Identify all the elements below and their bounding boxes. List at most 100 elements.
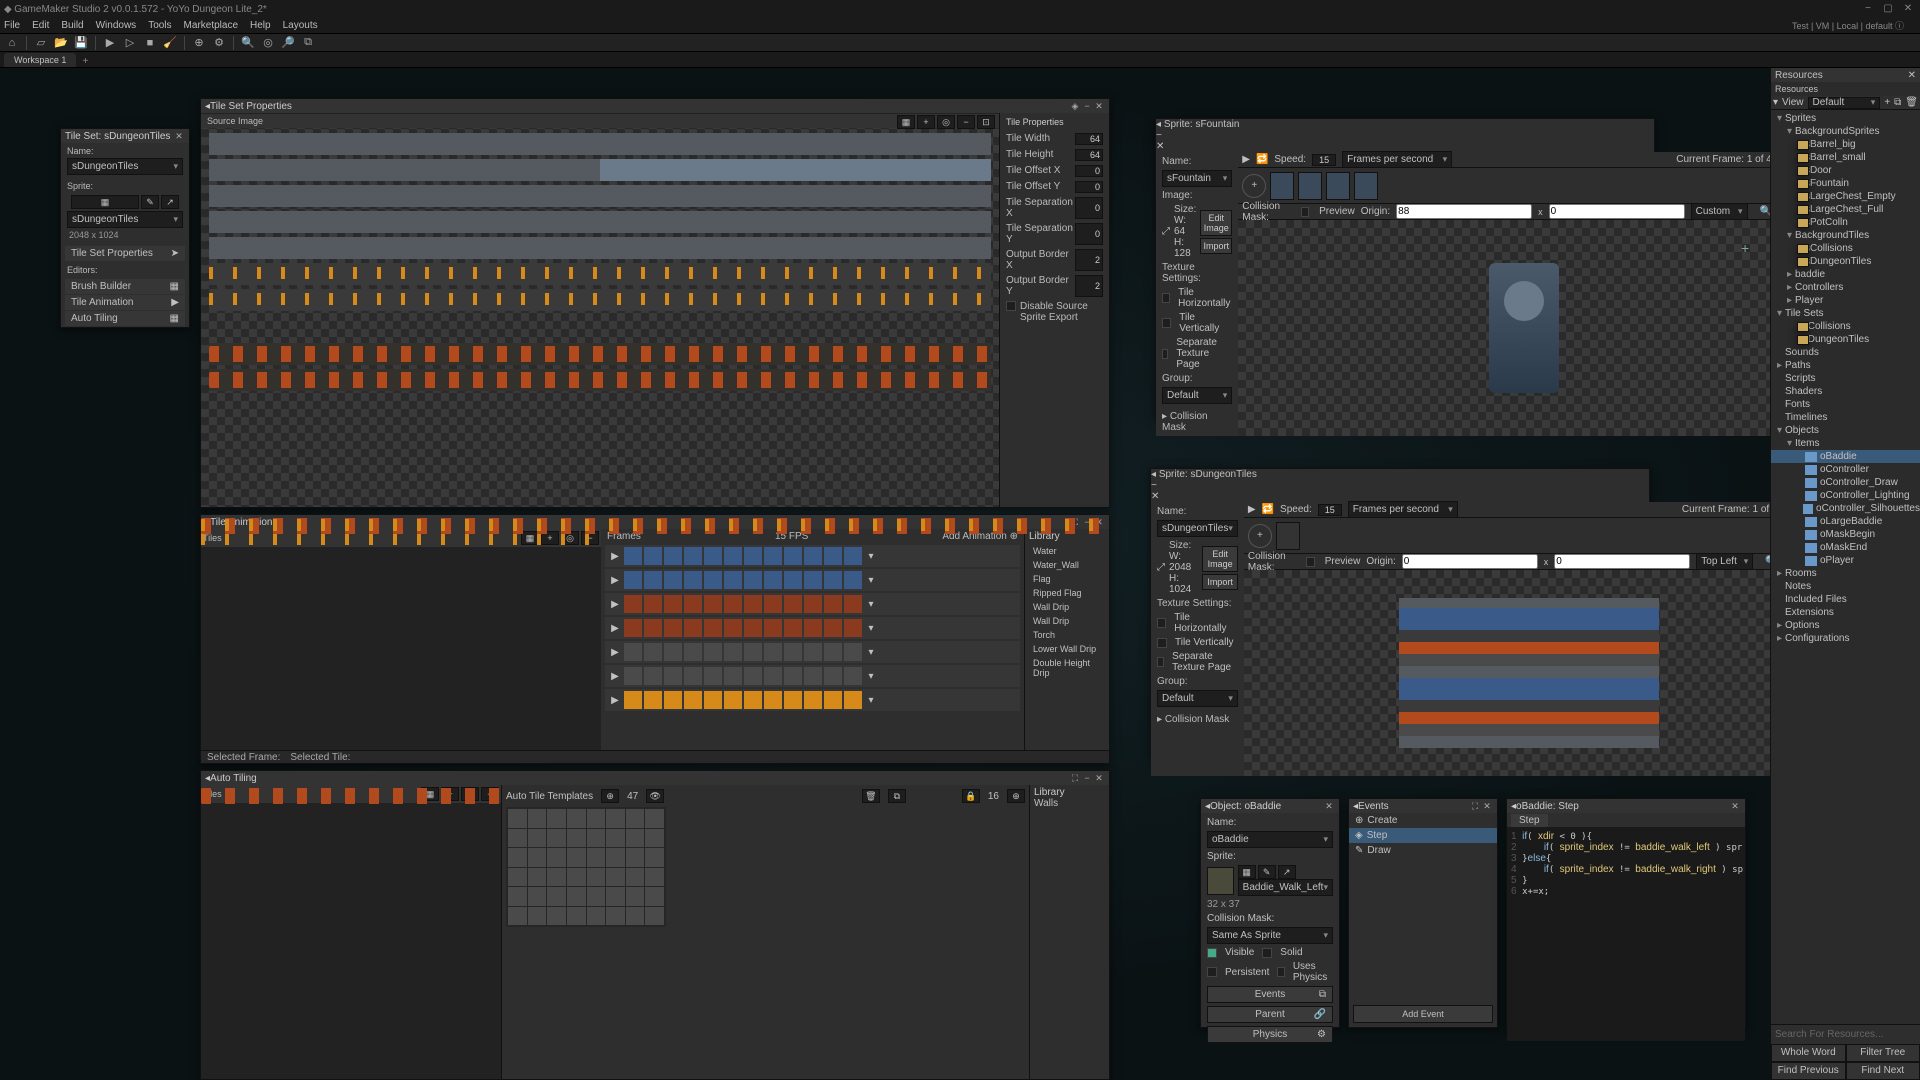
add-icon[interactable]: ⊕ bbox=[1007, 789, 1025, 803]
workspace-canvas[interactable]: Tile Set: sDungeonTiles✕ Name: sDungeonT… bbox=[0, 68, 1920, 1080]
tree-node[interactable]: oController bbox=[1771, 463, 1920, 476]
tree-node[interactable]: ▸Options bbox=[1771, 619, 1920, 632]
play-icon[interactable]: ▶ bbox=[608, 647, 622, 658]
origin-mode[interactable]: Custom bbox=[1691, 203, 1748, 220]
anim-row[interactable]: ▶▾ bbox=[605, 665, 1020, 687]
sprite-preview-canvas[interactable]: + bbox=[1238, 220, 1809, 436]
expand-icon[interactable]: ⛶ bbox=[1469, 801, 1481, 812]
edit-image-button[interactable]: Edit Image bbox=[1202, 546, 1238, 572]
play-icon[interactable]: ▶ bbox=[1242, 154, 1250, 165]
tree-node[interactable]: Extensions bbox=[1771, 606, 1920, 619]
close-button[interactable]: ✕ bbox=[1900, 3, 1916, 15]
play-icon[interactable]: ▶ bbox=[608, 671, 622, 682]
tree-node[interactable]: sLargeChest_Full bbox=[1771, 203, 1920, 216]
lock-icon[interactable]: 🔒 bbox=[962, 789, 980, 803]
sprite-browse-icon[interactable]: ▦ bbox=[1238, 865, 1256, 879]
tree-node[interactable]: Sounds bbox=[1771, 346, 1920, 359]
save-icon[interactable]: 💾 bbox=[73, 35, 89, 51]
panel-close-icon[interactable]: ✕ bbox=[1729, 801, 1741, 812]
show-icon[interactable]: 👁 bbox=[646, 789, 664, 803]
origin-x[interactable] bbox=[1396, 204, 1532, 219]
panel-min-icon[interactable]: − bbox=[1156, 130, 1654, 141]
editor-auto[interactable]: Auto Tiling▦ bbox=[65, 311, 185, 326]
play-icon[interactable]: ▶ bbox=[608, 575, 622, 586]
sprite-preview-canvas[interactable] bbox=[1244, 570, 1815, 776]
prop-input[interactable] bbox=[1075, 249, 1103, 271]
collapse-icon[interactable]: ▾ bbox=[1773, 97, 1778, 108]
library-item[interactable]: Lower Wall Drip bbox=[1029, 642, 1105, 656]
row-menu-icon[interactable]: ▾ bbox=[864, 671, 878, 682]
tree-node[interactable]: ▸Paths bbox=[1771, 359, 1920, 372]
resources-tab[interactable]: Resources bbox=[1771, 82, 1920, 96]
frame-strip[interactable]: + bbox=[1244, 518, 1815, 554]
dock-icon[interactable]: ⧉ bbox=[300, 35, 316, 51]
tileanim-tiles-view[interactable]: Tiles ▦ + ◎ − bbox=[201, 529, 601, 750]
editor-brush[interactable]: Brush Builder▦ bbox=[65, 279, 185, 294]
tree-node[interactable]: oBaddie bbox=[1771, 450, 1920, 463]
tree-node[interactable]: sDungeonTiles bbox=[1771, 255, 1920, 268]
tree-node[interactable]: Timelines bbox=[1771, 411, 1920, 424]
tree-node[interactable]: ▾Items bbox=[1771, 437, 1920, 450]
row-menu-icon[interactable]: ▾ bbox=[864, 575, 878, 586]
clean-icon[interactable]: 🧹 bbox=[162, 35, 178, 51]
panel-min-icon[interactable]: − bbox=[1081, 773, 1093, 783]
obj-sprite-thumb[interactable] bbox=[1207, 867, 1234, 895]
group-dropdown[interactable]: Default bbox=[1162, 387, 1232, 404]
add-frame-icon[interactable]: + bbox=[1242, 174, 1266, 198]
prop-input[interactable] bbox=[1075, 165, 1103, 177]
expand-icon[interactable]: ⛶ bbox=[1069, 773, 1081, 784]
edit-image-button[interactable]: Edit Image bbox=[1200, 210, 1232, 236]
autotile-tiles[interactable]: Tiles ▦ + ◎ − bbox=[201, 785, 501, 1079]
panel-close-icon[interactable]: ✕ bbox=[1093, 773, 1105, 784]
import-button[interactable]: Import bbox=[1202, 574, 1238, 590]
import-button[interactable]: Import bbox=[1200, 238, 1232, 254]
panel-close-icon[interactable]: ✕ bbox=[1093, 101, 1105, 112]
tree-node[interactable]: Fonts bbox=[1771, 398, 1920, 411]
origin-mode[interactable]: Top Left bbox=[1696, 553, 1753, 570]
tree-node[interactable]: sBarrel_big bbox=[1771, 138, 1920, 151]
persistent-check[interactable] bbox=[1207, 967, 1217, 977]
menu-tools[interactable]: Tools bbox=[148, 20, 171, 31]
tree-node[interactable]: oMaskBegin bbox=[1771, 528, 1920, 541]
anim-row[interactable]: ▶▾ bbox=[605, 569, 1020, 591]
event-item[interactable]: ✎Draw bbox=[1349, 843, 1497, 858]
tree-node[interactable]: ▾Sprites bbox=[1771, 112, 1920, 125]
copy-view-icon[interactable]: ⧉ bbox=[1894, 97, 1901, 108]
library-item[interactable]: Water_Wall bbox=[1029, 558, 1105, 572]
tree-node[interactable]: oController_Silhouettes bbox=[1771, 502, 1920, 515]
zoom-in-icon[interactable]: 🔍 bbox=[240, 35, 256, 51]
anim-row[interactable]: ▶▾ bbox=[605, 641, 1020, 663]
copy-icon[interactable]: ⧉ bbox=[888, 789, 906, 803]
minimize-button[interactable]: − bbox=[1860, 3, 1876, 15]
menu-layouts[interactable]: Layouts bbox=[283, 20, 318, 31]
add-view-icon[interactable]: + bbox=[1884, 97, 1890, 108]
tile-v-check[interactable] bbox=[1157, 638, 1167, 648]
preview-check[interactable] bbox=[1306, 557, 1314, 567]
whole-word-toggle[interactable]: Whole Word bbox=[1771, 1044, 1846, 1062]
menu-build[interactable]: Build bbox=[61, 20, 83, 31]
tree-node[interactable]: ▾BackgroundTiles bbox=[1771, 229, 1920, 242]
visible-check[interactable] bbox=[1207, 948, 1217, 958]
sprite-thumb[interactable]: ▦ bbox=[71, 195, 139, 209]
target-icon[interactable]: ⊕ bbox=[191, 35, 207, 51]
sprite-dropdown[interactable]: sDungeonTiles bbox=[67, 211, 183, 228]
tree-node[interactable]: Notes bbox=[1771, 580, 1920, 593]
tree-node[interactable]: sCollisions bbox=[1771, 242, 1920, 255]
workspace-add[interactable]: + bbox=[78, 56, 92, 67]
library-item[interactable]: Walls bbox=[1034, 798, 1105, 809]
row-menu-icon[interactable]: ▾ bbox=[864, 551, 878, 562]
zoom-out-icon[interactable]: − bbox=[957, 115, 975, 129]
tile-h-check[interactable] bbox=[1162, 293, 1170, 303]
zoom-in-icon[interactable]: + bbox=[917, 115, 935, 129]
tree-node[interactable]: oLargeBaddie bbox=[1771, 515, 1920, 528]
prop-input[interactable] bbox=[1075, 181, 1103, 193]
play-icon[interactable]: ▶ bbox=[1248, 504, 1256, 515]
menu-windows[interactable]: Windows bbox=[96, 20, 137, 31]
resources-tree[interactable]: ▾Sprites▾BackgroundSpritessBarrel_bigsBa… bbox=[1771, 110, 1920, 1024]
events-button[interactable]: Events⧉ bbox=[1207, 986, 1333, 1003]
library-item[interactable]: Wall Drip bbox=[1029, 614, 1105, 628]
prop-input[interactable] bbox=[1075, 197, 1103, 219]
find-next-button[interactable]: Find Next bbox=[1846, 1062, 1920, 1080]
sep-page-check[interactable] bbox=[1157, 657, 1164, 667]
prop-input[interactable] bbox=[1075, 149, 1103, 161]
